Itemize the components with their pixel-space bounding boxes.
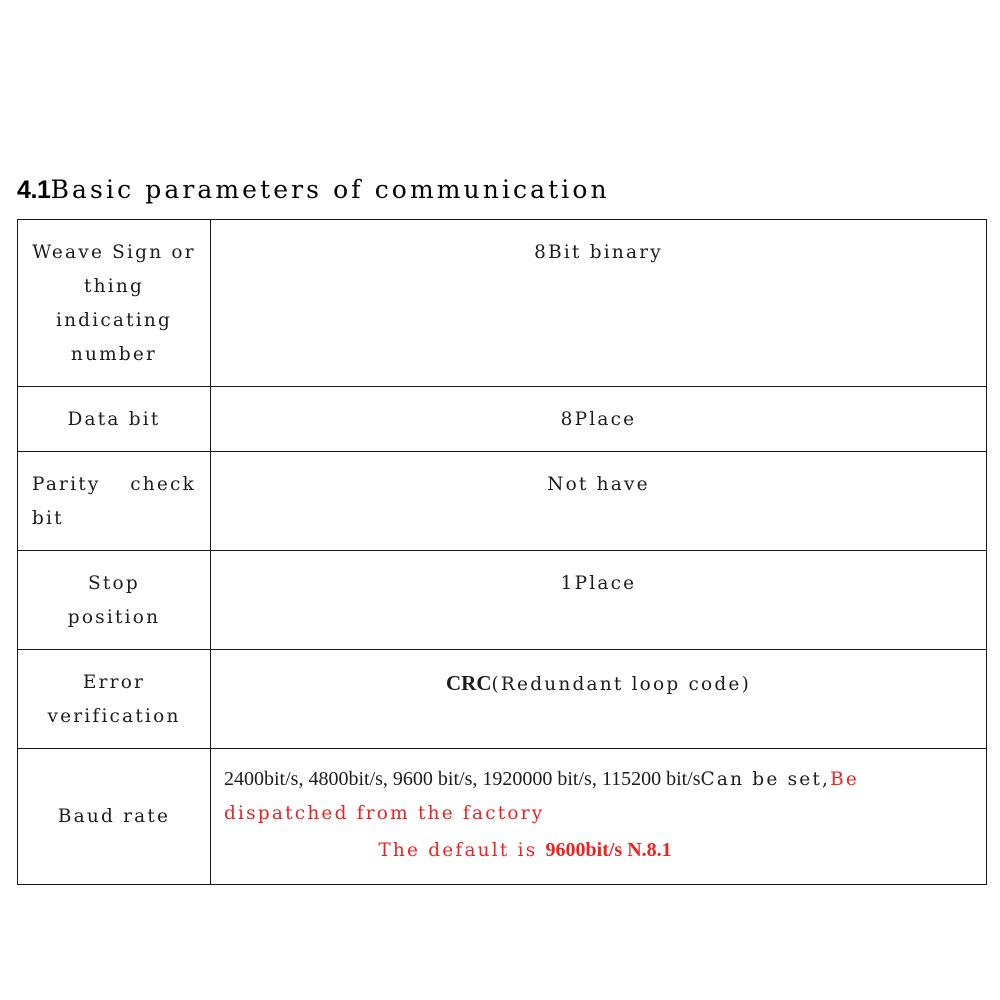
baud-rate-list: 2400bit/s, 4800bit/s, 9600 bit/s, 192000…: [224, 768, 701, 790]
value-text: 8Bit binary: [534, 242, 663, 263]
table-row: Data bit 8Place: [17, 386, 987, 452]
row-value-baud-rate: 2400bit/s, 4800bit/s, 9600 bit/s, 192000…: [210, 748, 987, 885]
label-line: Baud rate: [57, 805, 171, 827]
baud-rate-default-prefix: The default is: [378, 840, 546, 861]
document-page: 4.1Basic parameters of communication Wea…: [0, 0, 1000, 1000]
row-value-weave-sign: 8Bit binary: [210, 219, 987, 387]
label-line: Stop: [88, 573, 140, 594]
label-text-block: Baud rate: [18, 749, 210, 884]
row-label-data-bit: Data bit: [17, 386, 211, 452]
label-text-block: Error verification: [18, 650, 210, 748]
label-line: indicating: [55, 310, 173, 331]
value-text: 1Place: [560, 573, 637, 594]
label-line: Parity check: [32, 474, 196, 495]
row-value-parity-check-bit: Not have: [210, 451, 987, 551]
crc-label: CRC: [446, 671, 492, 695]
baud-rate-text-block: 2400bit/s, 4800bit/s, 9600 bit/s, 192000…: [211, 749, 986, 878]
table-row: Baud rate 2400bit/s, 4800bit/s, 9600 bit…: [17, 748, 987, 885]
row-label-weave-sign: Weave Sign or thing indicating number: [17, 219, 211, 387]
label-text-block: Weave Sign or thing indicating number: [18, 220, 210, 386]
table-row: Parity check bit Not have: [17, 451, 987, 551]
section-heading: 4.1Basic parameters of communication: [17, 177, 610, 203]
table-row: Stop position 1Place: [17, 550, 987, 650]
baud-rate-default-value: 9600bit/s N.8.1: [545, 839, 672, 861]
section-title: Basic parameters of communication: [50, 175, 610, 204]
table-row: Error verification CRC(Redundant loop co…: [17, 649, 987, 749]
row-label-error-verification: Error verification: [17, 649, 211, 749]
label-line: Weave Sign or: [32, 242, 196, 263]
row-value-error-verification: CRC(Redundant loop code): [210, 649, 987, 749]
row-value-stop-position: 1Place: [210, 550, 987, 650]
communication-parameters-table: Weave Sign or thing indicating number 8B…: [17, 219, 987, 885]
row-label-baud-rate: Baud rate: [17, 748, 211, 885]
value-text-block: CRC(Redundant loop code): [211, 650, 986, 712]
value-text: Not have: [547, 474, 650, 495]
section-number: 4.1: [17, 176, 51, 204]
label-text-block: Stop position: [18, 551, 210, 649]
table-row: Weave Sign or thing indicating number 8B…: [17, 219, 987, 387]
row-value-data-bit: 8Place: [210, 386, 987, 452]
value-text: 8Place: [560, 409, 637, 430]
baud-rate-default-line: The default is 9600bit/s N.8.1: [224, 833, 976, 868]
label-line: Error: [82, 672, 146, 693]
label-line: thing: [83, 276, 145, 297]
label-line: Data bit: [67, 409, 161, 430]
baud-rate-can-be-set: Can be set,: [700, 769, 831, 790]
label-text-block: Data bit: [18, 387, 210, 451]
label-line: verification: [47, 706, 181, 727]
label-line: position: [67, 607, 161, 628]
crc-description: (Redundant loop code): [491, 674, 751, 695]
row-label-stop-position: Stop position: [17, 550, 211, 650]
row-label-parity-check-bit: Parity check bit: [17, 451, 211, 551]
label-line: number: [70, 344, 158, 365]
label-line: bit: [32, 508, 64, 529]
label-text-block: Parity check bit: [18, 452, 210, 550]
